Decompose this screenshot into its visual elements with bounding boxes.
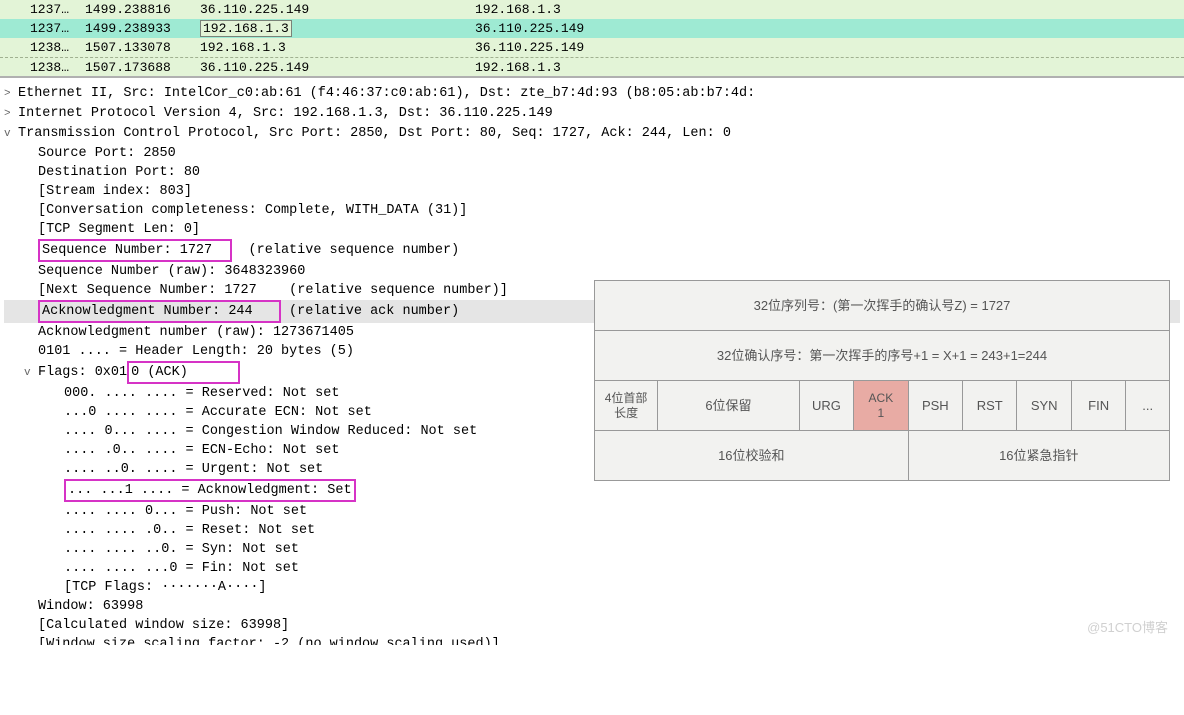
col-time: 1499.238816 bbox=[85, 0, 200, 19]
urgent-pointer-cell: 16位紧急指针 bbox=[908, 431, 1169, 481]
col-destination: 36.110.225.149 bbox=[475, 38, 755, 57]
fin-cell: FIN bbox=[1071, 381, 1125, 431]
collapse-icon[interactable]: v bbox=[4, 125, 18, 144]
ack-flag-cell: ACK1 bbox=[854, 381, 908, 431]
packet-row[interactable]: 1237… 1499.238816 36.110.225.149 192.168… bbox=[0, 0, 1184, 19]
col-no: 1238… bbox=[30, 58, 85, 76]
calculated-window-size[interactable]: [Calculated window size: 63998] bbox=[4, 616, 1180, 635]
tcp-segment-len[interactable]: [TCP Segment Len: 0] bbox=[4, 220, 1180, 239]
col-source: 36.110.225.149 bbox=[200, 0, 475, 19]
col-no: 1237… bbox=[30, 0, 85, 19]
psh-cell: PSH bbox=[908, 381, 962, 431]
urg-cell: URG bbox=[799, 381, 853, 431]
conversation-completeness[interactable]: [Conversation completeness: Complete, WI… bbox=[4, 201, 1180, 220]
syn-cell: SYN bbox=[1017, 381, 1071, 431]
col-time: 1507.173688 bbox=[85, 58, 200, 76]
ethernet-header[interactable]: >Ethernet II, Src: IntelCor_c0:ab:61 (f4… bbox=[4, 84, 1180, 104]
header-len-cell: 4位首部长度 bbox=[595, 381, 658, 431]
source-port[interactable]: Source Port: 2850 bbox=[4, 144, 1180, 163]
flag-acknowledgment[interactable]: ... ...1 .... = Acknowledgment: Set bbox=[4, 479, 1180, 502]
col-destination: 36.110.225.149 bbox=[475, 19, 755, 38]
rst-cell: RST bbox=[963, 381, 1017, 431]
expand-icon[interactable]: > bbox=[4, 105, 18, 124]
ip-header[interactable]: >Internet Protocol Version 4, Src: 192.1… bbox=[4, 104, 1180, 124]
watermark: @51CTO博客 bbox=[1087, 618, 1168, 637]
expand-icon[interactable]: > bbox=[4, 85, 18, 104]
ack-row: 32位确认序号：第一次挥手的序号+1 = X+1 = 243+1=244 bbox=[595, 331, 1170, 381]
flag-push[interactable]: .... .... 0... = Push: Not set bbox=[4, 502, 1180, 521]
col-time: 1499.238933 bbox=[85, 19, 200, 38]
packet-list: 1237… 1499.238816 36.110.225.149 192.168… bbox=[0, 0, 1184, 78]
window-scaling-factor[interactable]: [Window size scaling factor: -2 (no wind… bbox=[4, 635, 1180, 645]
col-source: 192.168.1.3 bbox=[200, 19, 475, 38]
col-time: 1507.133078 bbox=[85, 38, 200, 57]
col-source: 192.168.1.3 bbox=[200, 38, 475, 57]
window[interactable]: Window: 63998 bbox=[4, 597, 1180, 616]
packet-details: >Ethernet II, Src: IntelCor_c0:ab:61 (f4… bbox=[0, 78, 1184, 649]
flag-syn[interactable]: .... .... ..0. = Syn: Not set bbox=[4, 540, 1180, 559]
checksum-cell: 16位校验和 bbox=[595, 431, 909, 481]
more-cell: ... bbox=[1126, 381, 1170, 431]
packet-row[interactable]: 1238… 1507.173688 36.110.225.149 192.168… bbox=[0, 57, 1184, 76]
col-no: 1237… bbox=[30, 19, 85, 38]
destination-port[interactable]: Destination Port: 80 bbox=[4, 163, 1180, 182]
reserved-cell: 6位保留 bbox=[658, 381, 800, 431]
col-destination: 192.168.1.3 bbox=[475, 0, 755, 19]
packet-row[interactable]: 1238… 1507.133078 192.168.1.3 36.110.225… bbox=[0, 38, 1184, 57]
packet-row-selected[interactable]: 1237… 1499.238933 192.168.1.3 36.110.225… bbox=[0, 19, 1184, 38]
col-no: 1238… bbox=[30, 38, 85, 57]
seq-row: 32位序列号：(第一次挥手的确认号Z) = 1727 bbox=[595, 281, 1170, 331]
flag-reset[interactable]: .... .... .0.. = Reset: Not set bbox=[4, 521, 1180, 540]
stream-index[interactable]: [Stream index: 803] bbox=[4, 182, 1180, 201]
col-destination: 192.168.1.3 bbox=[475, 58, 755, 76]
collapse-icon[interactable]: v bbox=[24, 364, 38, 383]
tcp-flags-string[interactable]: [TCP Flags: ·······A····] bbox=[4, 578, 1180, 597]
tcp-header-diagram: 32位序列号：(第一次挥手的确认号Z) = 1727 32位确认序号：第一次挥手… bbox=[594, 280, 1170, 481]
tcp-header[interactable]: vTransmission Control Protocol, Src Port… bbox=[4, 124, 1180, 144]
col-source: 36.110.225.149 bbox=[200, 58, 475, 76]
sequence-number[interactable]: Sequence Number: 1727 (relative sequence… bbox=[4, 239, 1180, 262]
sequence-number-raw[interactable]: Sequence Number (raw): 3648323960 bbox=[4, 262, 1180, 281]
flag-fin[interactable]: .... .... ...0 = Fin: Not set bbox=[4, 559, 1180, 578]
